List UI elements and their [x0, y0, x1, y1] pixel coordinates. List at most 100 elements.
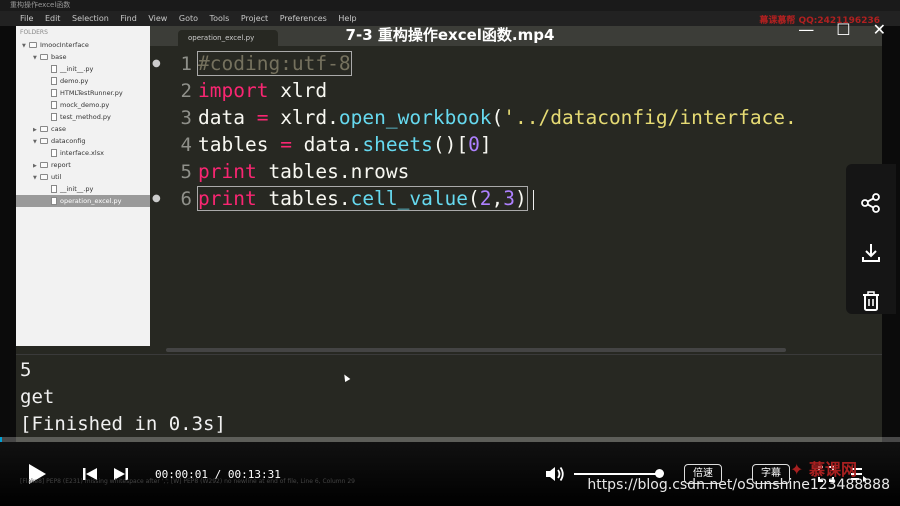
- code-token: (: [491, 106, 504, 129]
- tree-item-label: demo.py: [60, 77, 89, 85]
- line-number: 3: [180, 107, 192, 129]
- tree-item[interactable]: mock_demo.py: [16, 99, 150, 111]
- folder-icon: [40, 174, 48, 180]
- tree-item[interactable]: ▼ util: [16, 171, 150, 183]
- folder-icon: [40, 126, 48, 132]
- file-icon: [51, 197, 57, 205]
- tree-item-label: case: [51, 125, 66, 133]
- line-number: 4: [180, 134, 192, 156]
- code-token: 2: [479, 187, 492, 210]
- code-token: tables.nrows: [256, 160, 410, 183]
- tree-item-label: __init__.py: [60, 185, 94, 193]
- text-cursor: [532, 189, 534, 210]
- trash-icon[interactable]: [860, 290, 882, 312]
- code-token: data.: [291, 133, 363, 156]
- menu-help[interactable]: Help: [338, 14, 356, 23]
- tree-item-label: dataconfig: [51, 137, 86, 145]
- menu-project[interactable]: Project: [241, 14, 268, 23]
- menu-view[interactable]: View: [148, 14, 167, 23]
- folder-icon: [40, 54, 48, 60]
- code-token: sheets: [362, 133, 433, 156]
- tree-item[interactable]: ▼ dataconfig: [16, 135, 150, 147]
- maximize-icon[interactable]: ☐: [836, 20, 850, 39]
- menu-file[interactable]: File: [20, 14, 33, 23]
- code-token: ()[: [432, 133, 469, 156]
- modified-marker-icon: ●: [152, 58, 161, 69]
- tree-item[interactable]: __init__.py: [16, 63, 150, 75]
- window-title: 重构操作excel函数: [0, 0, 900, 11]
- tree-item-label: report: [51, 161, 71, 169]
- code-token: ,: [491, 187, 504, 210]
- tree-item-label: operation_excel.py: [60, 197, 122, 205]
- code-token: import: [198, 79, 269, 102]
- tree-item[interactable]: HTMLTestRunner.py: [16, 87, 150, 99]
- player-controls: 00:00:01 / 00:13:31 倍速 字幕: [0, 442, 900, 506]
- video-title: 7-3 重构操作excel函数.mp4: [345, 26, 555, 44]
- tree-item[interactable]: test_method.py: [16, 111, 150, 123]
- close-icon[interactable]: ✕: [873, 20, 886, 39]
- code-editor[interactable]: 1 ● 2 3 4 5 6 ● #coding:utf-8 import xlrd data = …: [150, 46, 882, 346]
- file-tree: ▼ ImoocInterface ▼ base __init__.py demo.py HT…: [16, 39, 150, 207]
- menu-find[interactable]: Find: [120, 14, 136, 23]
- code-token: =: [280, 133, 292, 156]
- file-icon: [51, 65, 57, 73]
- folders-sidebar: FOLDERS ▼ ImoocInterface ▼ base __init__.py d…: [16, 26, 150, 354]
- player-window-controls: — ☐ ✕: [798, 20, 886, 39]
- code-token: =: [256, 106, 269, 129]
- share-icon[interactable]: [860, 192, 882, 214]
- code-token: 3: [503, 187, 516, 210]
- menu-selection[interactable]: Selection: [72, 14, 109, 23]
- menu-goto[interactable]: Goto: [179, 14, 198, 23]
- folder-icon: [40, 138, 48, 144]
- tree-item[interactable]: ▼ base: [16, 51, 150, 63]
- menu-tools[interactable]: Tools: [210, 14, 230, 23]
- code-token: cell_value: [350, 187, 469, 210]
- tree-item[interactable]: ▶ report: [16, 159, 150, 171]
- file-icon: [51, 89, 57, 97]
- code-token: open_workbook: [338, 106, 492, 129]
- code-token: '../dataconfig/interface.: [503, 106, 797, 129]
- file-icon: [51, 77, 57, 85]
- output-line: [Finished in 0.3s]: [20, 413, 226, 435]
- modified-marker-icon: ●: [152, 193, 161, 204]
- code-line[interactable]: tables = data.sheets()[0]: [198, 133, 492, 156]
- minimize-icon[interactable]: —: [798, 20, 814, 39]
- tree-item-label: util: [51, 173, 62, 181]
- line-number: 5: [180, 161, 192, 183]
- tree-item[interactable]: interface.xlsx: [16, 147, 150, 159]
- line-number: 2: [180, 80, 192, 102]
- code-line[interactable]: #coding:utf-8: [197, 51, 352, 76]
- code-token: print: [198, 160, 257, 183]
- code-token: (: [468, 187, 480, 210]
- file-icon: [51, 149, 57, 157]
- file-icon: [51, 101, 57, 109]
- code-token: xlrd: [268, 79, 328, 102]
- tree-item[interactable]: demo.py: [16, 75, 150, 87]
- code-line[interactable]: print tables.cell_value(2,3): [197, 186, 534, 211]
- tree-item[interactable]: ▶ case: [16, 123, 150, 135]
- scrollbar-thumb[interactable]: [166, 348, 786, 352]
- tree-item-label: mock_demo.py: [60, 101, 110, 109]
- tree-item[interactable]: __init__.py: [16, 183, 150, 195]
- code-line[interactable]: print tables.nrows: [198, 160, 409, 183]
- menu-edit[interactable]: Edit: [45, 14, 61, 23]
- menu-preferences[interactable]: Preferences: [280, 14, 327, 23]
- file-icon: [51, 185, 57, 193]
- download-icon[interactable]: [860, 242, 882, 264]
- code-line[interactable]: import xlrd: [198, 79, 327, 102]
- code-line[interactable]: data = xlrd.open_workbook('../dataconfig…: [198, 106, 797, 129]
- file-icon: [51, 113, 57, 121]
- code-token: ]: [479, 133, 492, 156]
- tree-item-label: interface.xlsx: [60, 149, 104, 157]
- code-token: #coding:utf-8: [198, 52, 351, 75]
- code-token: data: [198, 106, 257, 129]
- tree-item-label: __init__.py: [60, 65, 94, 73]
- code-token: xlrd.: [268, 106, 339, 129]
- tree-item[interactable]: operation_excel.py: [16, 195, 150, 207]
- folder-icon: [40, 162, 48, 168]
- volume-slider[interactable]: [574, 473, 660, 475]
- horizontal-scrollbar[interactable]: [16, 346, 882, 354]
- line-gutter: 1 ● 2 3 4 5 6 ●: [150, 46, 192, 346]
- csdn-credit: https://blog.csdn.net/oSunshine123488888: [587, 477, 890, 493]
- code-token: print: [198, 187, 257, 210]
